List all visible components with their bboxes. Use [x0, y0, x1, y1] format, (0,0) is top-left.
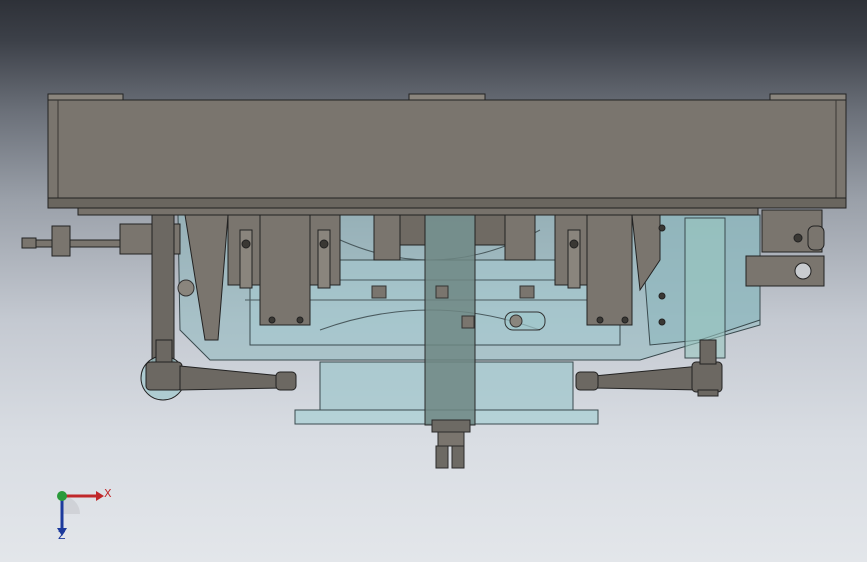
z-axis-label: Z — [58, 529, 66, 542]
x-axis-label: X — [104, 487, 112, 500]
orientation-triad: X Z — [48, 482, 118, 544]
assembly-model-view[interactable] — [0, 0, 867, 562]
top-plate — [47, 93, 847, 216]
cad-graphics-viewport[interactable]: X Z — [0, 0, 867, 562]
central-shaft — [424, 204, 476, 469]
